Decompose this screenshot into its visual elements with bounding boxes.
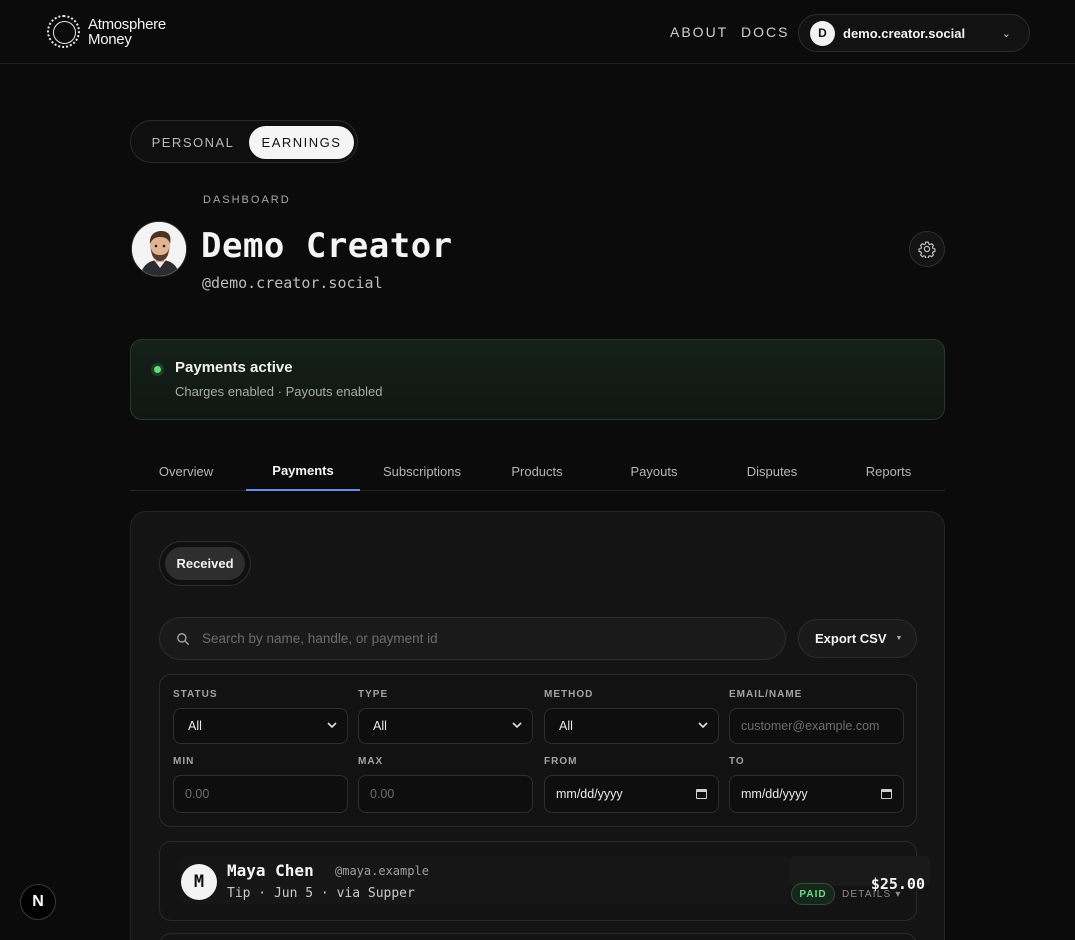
from-date-field[interactable]: mm/dd/yyyy	[544, 775, 719, 813]
chevron-down-icon	[698, 722, 708, 729]
to-date-field[interactable]: mm/dd/yyyy	[729, 775, 904, 813]
filter-email-label: EMAIL/NAME	[729, 689, 803, 700]
settings-button[interactable]	[909, 231, 945, 267]
account-menu-button[interactable]: D demo.creator.social ⌄	[798, 14, 1030, 52]
account-avatar: D	[810, 20, 835, 46]
search-input[interactable]	[202, 631, 762, 646]
calendar-icon[interactable]	[696, 789, 707, 799]
logo-icon	[47, 15, 80, 48]
profile-name: Demo Creator	[201, 226, 453, 266]
search-icon	[177, 632, 189, 645]
status-badge: PAID	[791, 883, 835, 905]
from-date-value: mm/dd/yyyy	[556, 787, 623, 801]
profile-avatar	[131, 221, 187, 277]
filter-min-label: MIN	[173, 756, 195, 767]
profile-handle: @demo.creator.social	[202, 274, 383, 292]
brand-line-2: Money	[88, 30, 132, 48]
payment-row[interactable]: M Maya Chen @maya.example Tip · Jun 5 · …	[159, 841, 930, 921]
status-title: Payments active	[175, 359, 293, 376]
status-subtitle: Charges enabled · Payouts enabled	[175, 384, 383, 399]
method-select[interactable]: All	[544, 708, 719, 744]
caret-down-icon: ▼	[895, 635, 903, 642]
tab-payouts[interactable]: Payouts	[596, 452, 712, 491]
method-select-value: All	[559, 719, 573, 733]
amount-background: $25.00	[790, 856, 930, 893]
status-select[interactable]: All	[173, 708, 348, 744]
status-select-value: All	[188, 719, 202, 733]
brand-name: Atmosphere Money	[88, 17, 166, 47]
brand-logo[interactable]: Atmosphere Money	[47, 15, 166, 48]
payment-meta: Tip · Jun 5 · via Supper	[227, 886, 415, 901]
mode-toggle: PERSONAL EARNINGS	[130, 120, 358, 163]
tab-disputes[interactable]: Disputes	[714, 452, 830, 491]
payments-panel: Received Export CSV ▼ STATUS TYPE METHOD…	[130, 511, 945, 940]
payer-name: Maya Chen	[227, 861, 314, 880]
toggle-personal[interactable]: PERSONAL	[137, 126, 249, 159]
chevron-down-icon	[327, 722, 337, 729]
chevron-down-icon	[512, 722, 522, 729]
details-toggle[interactable]: DETAILS ▾	[842, 889, 902, 900]
tab-overview[interactable]: Overview	[130, 452, 242, 491]
payer-avatar: M	[181, 864, 217, 900]
filter-status-label: STATUS	[173, 689, 218, 700]
type-select-value: All	[373, 719, 387, 733]
segment-received[interactable]: Received	[165, 547, 245, 580]
min-amount-field[interactable]: 0.00	[173, 775, 348, 813]
payment-row[interactable]	[159, 933, 917, 940]
section-eyebrow: DASHBOARD	[203, 194, 291, 206]
type-select[interactable]: All	[358, 708, 533, 744]
nav-about-link[interactable]: ABOUT	[670, 24, 728, 40]
filter-method-label: METHOD	[544, 689, 594, 700]
filter-panel: STATUS TYPE METHOD EMAIL/NAME All All Al…	[159, 674, 917, 827]
export-csv-button[interactable]: Export CSV ▼	[798, 619, 917, 658]
avatar-illustration	[132, 222, 186, 276]
max-amount-field[interactable]: 0.00	[358, 775, 533, 813]
brand-line-1: Atmosphere	[88, 15, 166, 33]
top-bar: Atmosphere Money ABOUT DOCS D demo.creat…	[0, 0, 1075, 64]
account-handle: demo.creator.social	[843, 25, 966, 41]
tab-payments[interactable]: Payments	[246, 452, 360, 491]
direction-segment: Received	[159, 541, 251, 586]
to-date-value: mm/dd/yyyy	[741, 787, 808, 801]
tab-reports[interactable]: Reports	[830, 452, 947, 491]
email-name-field[interactable]: customer@example.com	[729, 708, 904, 744]
toggle-earnings[interactable]: EARNINGS	[249, 126, 354, 159]
payments-status-card: Payments active Charges enabled · Payout…	[130, 339, 945, 420]
dev-tools-button[interactable]: N	[20, 884, 56, 920]
search-bar	[159, 617, 786, 660]
payer-handle: @maya.example	[335, 864, 429, 878]
filter-type-label: TYPE	[358, 689, 389, 700]
dashboard-tabs: Overview Payments Subscriptions Products…	[130, 452, 945, 491]
filter-max-label: MAX	[358, 756, 384, 767]
filter-from-label: FROM	[544, 756, 578, 767]
calendar-icon[interactable]	[881, 789, 892, 799]
status-indicator-icon	[151, 363, 164, 376]
nav-docs-link[interactable]: DOCS	[741, 24, 789, 40]
tab-products[interactable]: Products	[480, 452, 594, 491]
export-label: Export CSV	[815, 631, 887, 646]
gear-icon	[918, 241, 936, 258]
tab-subscriptions[interactable]: Subscriptions	[364, 452, 480, 491]
chevron-down-icon: ⌄	[1001, 28, 1011, 40]
filter-to-label: TO	[729, 756, 745, 767]
